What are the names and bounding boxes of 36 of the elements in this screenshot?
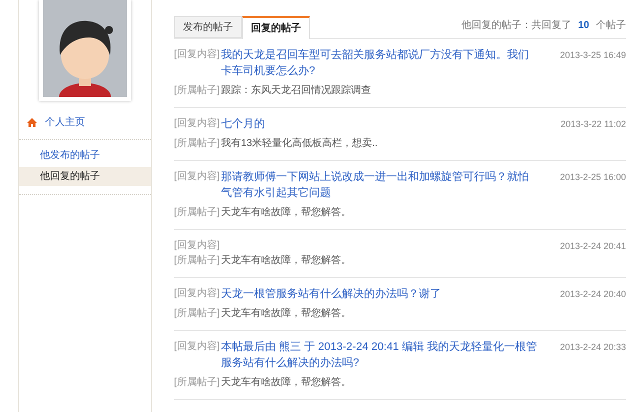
reply-content-link[interactable]: 那请教师傅一下网站上说改成一进一出和加螺旋管可行吗？就怕气管有水引起其它问题 <box>221 169 539 201</box>
parent-post-link[interactable]: 天龙车有啥故障，帮您解答。 <box>221 254 351 268</box>
sidebar-link[interactable]: 他回复的帖子 <box>19 167 151 186</box>
field-label: [所属帖子] <box>174 206 221 220</box>
post-date: 2013-2-24 20:40 <box>560 288 626 301</box>
parent-post-link[interactable]: 天龙车有啥故障，帮您解答。 <box>221 206 351 220</box>
field-label: [回复内容] <box>174 170 221 184</box>
field-label: [回复内容] <box>174 238 221 253</box>
parent-post-link[interactable]: 跟踪：东风天龙召回情况跟踪调查 <box>221 84 371 98</box>
field-label: [所属帖子] <box>174 254 221 268</box>
field-label: [所属帖子] <box>174 307 221 321</box>
post-date: 2013-2-24 20:33 <box>560 341 626 354</box>
parent-post-link[interactable]: 我有13米轻量化高低板高栏，想卖.. <box>221 137 378 151</box>
post-date: 2013-3-25 16:49 <box>560 49 626 62</box>
tab[interactable]: 回复的帖子 <box>242 16 310 39</box>
reply-content-link[interactable]: 天龙一根管服务站有什么解决的办法吗？谢了 <box>221 286 539 302</box>
reply-content-link[interactable]: 我的天龙是召回车型可去韶关服务站都说厂方没有下通知。我们卡车司机要怎么办? <box>221 47 539 79</box>
home-link[interactable]: 个人主页 <box>19 113 151 132</box>
sidebar-link[interactable]: 他发布的帖子 <box>19 146 151 165</box>
reply-content-link[interactable]: 本帖最后由 熊三 于 2013-2-24 20:41 编辑 我的天龙轻量化一根管服务站有什么解决的办法吗? <box>221 339 539 371</box>
field-label: [回复内容] <box>174 48 221 62</box>
field-label: [所属帖子] <box>174 376 221 390</box>
home-icon <box>27 118 37 127</box>
field-label: [回复内容] <box>174 340 221 354</box>
tab[interactable]: 发布的帖子 <box>174 16 242 38</box>
post-date: 2013-3-22 11:02 <box>560 118 626 131</box>
post-date: 2013-2-24 20:41 <box>560 240 626 253</box>
field-label: [回复内容] <box>174 116 221 131</box>
field-label: [所属帖子] <box>174 84 221 98</box>
parent-post-link[interactable]: 天龙车有啥故障，帮您解答。 <box>221 376 351 390</box>
reply-count-summary: 他回复的帖子：共回复了 10 个帖子 <box>461 18 626 33</box>
field-label: [所属帖子] <box>174 137 221 151</box>
parent-post-link[interactable]: 天龙车有啥故障，帮您解答。 <box>221 307 351 321</box>
reply-content-link[interactable]: 七个月的 <box>221 116 539 132</box>
field-label: [回复内容] <box>174 286 221 301</box>
post-date: 2013-2-25 16:00 <box>560 171 626 184</box>
